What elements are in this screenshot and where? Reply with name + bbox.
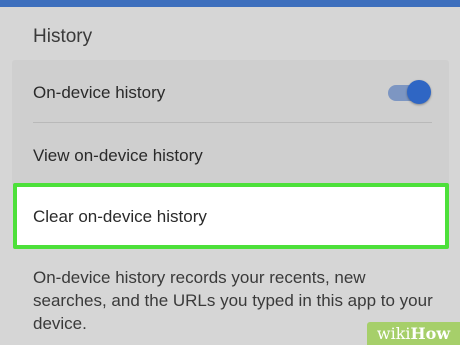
on-device-history-toggle[interactable] xyxy=(386,80,432,106)
toggle-thumb xyxy=(407,80,431,104)
settings-card xyxy=(12,60,449,186)
clear-on-device-history-item[interactable]: Clear on-device history xyxy=(13,183,449,249)
watermark-prefix: wiki xyxy=(376,324,411,343)
watermark-suffix: How xyxy=(410,324,451,343)
view-on-device-history-item[interactable]: View on-device history xyxy=(33,146,203,166)
on-device-history-label[interactable]: On-device history xyxy=(33,83,165,103)
section-title: History xyxy=(33,26,93,47)
top-bar xyxy=(0,0,460,7)
divider xyxy=(33,122,432,123)
clear-on-device-history-label: Clear on-device history xyxy=(33,207,207,226)
wikihow-watermark: wikiHow xyxy=(367,322,460,345)
